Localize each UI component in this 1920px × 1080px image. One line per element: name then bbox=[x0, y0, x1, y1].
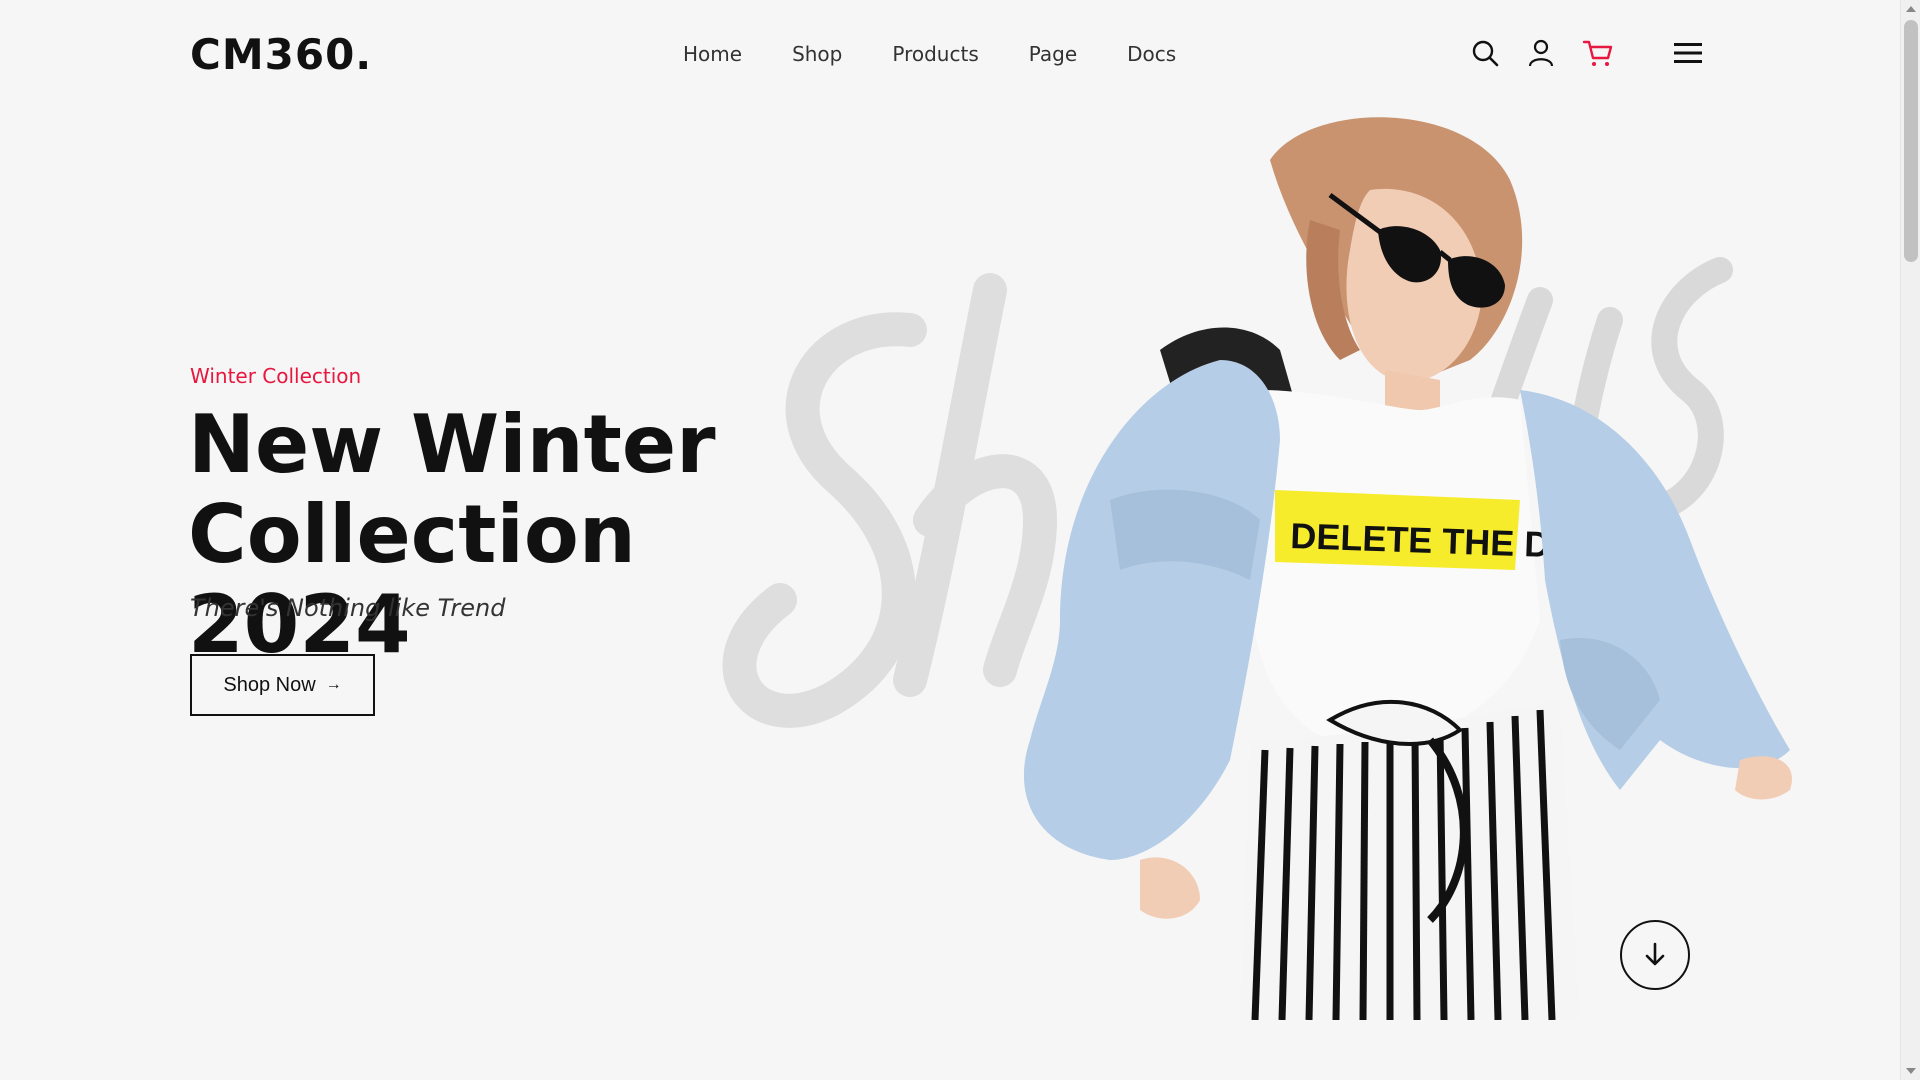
brand-logo[interactable]: CM360. bbox=[190, 30, 372, 79]
user-icon[interactable] bbox=[1526, 38, 1556, 68]
nav-item-products[interactable]: Products bbox=[892, 42, 978, 66]
arrow-down-icon bbox=[1642, 941, 1668, 970]
scroll-down-button[interactable] bbox=[1620, 920, 1690, 990]
hero-title: New Winter Collection 2024 bbox=[188, 400, 848, 670]
nav-item-page[interactable]: Page bbox=[1029, 42, 1077, 66]
scroll-up-arrow-icon[interactable] bbox=[1906, 6, 1916, 12]
hero-title-line-2: Collection 2024 bbox=[188, 488, 636, 671]
arrow-right-icon: → bbox=[325, 676, 342, 693]
page-scrollbar[interactable] bbox=[1900, 0, 1920, 1080]
hero-eyebrow: Winter Collection bbox=[190, 364, 362, 388]
scroll-down-arrow-icon[interactable] bbox=[1906, 1068, 1916, 1074]
site-header: CM360. Home Shop Products Page Docs bbox=[0, 0, 1900, 110]
nav-item-shop[interactable]: Shop bbox=[792, 42, 842, 66]
hero-subtitle: There's Nothing like Trend bbox=[190, 594, 506, 622]
nav-item-home[interactable]: Home bbox=[683, 42, 742, 66]
search-icon[interactable] bbox=[1470, 38, 1500, 68]
shop-now-label: Shop Now bbox=[223, 673, 316, 696]
nav-item-docs[interactable]: Docs bbox=[1127, 42, 1176, 66]
scrollbar-thumb[interactable] bbox=[1904, 20, 1918, 262]
shop-now-button[interactable]: Shop Now → bbox=[190, 654, 375, 716]
main-nav: Home Shop Products Page Docs bbox=[683, 42, 1176, 66]
hero-model-image: DELETE THE DRAMA bbox=[1023, 117, 1792, 1020]
menu-icon[interactable] bbox=[1672, 40, 1704, 66]
cart-icon[interactable] bbox=[1582, 38, 1613, 68]
header-icons bbox=[1470, 38, 1613, 68]
hero-title-line-1: New Winter bbox=[188, 398, 716, 491]
